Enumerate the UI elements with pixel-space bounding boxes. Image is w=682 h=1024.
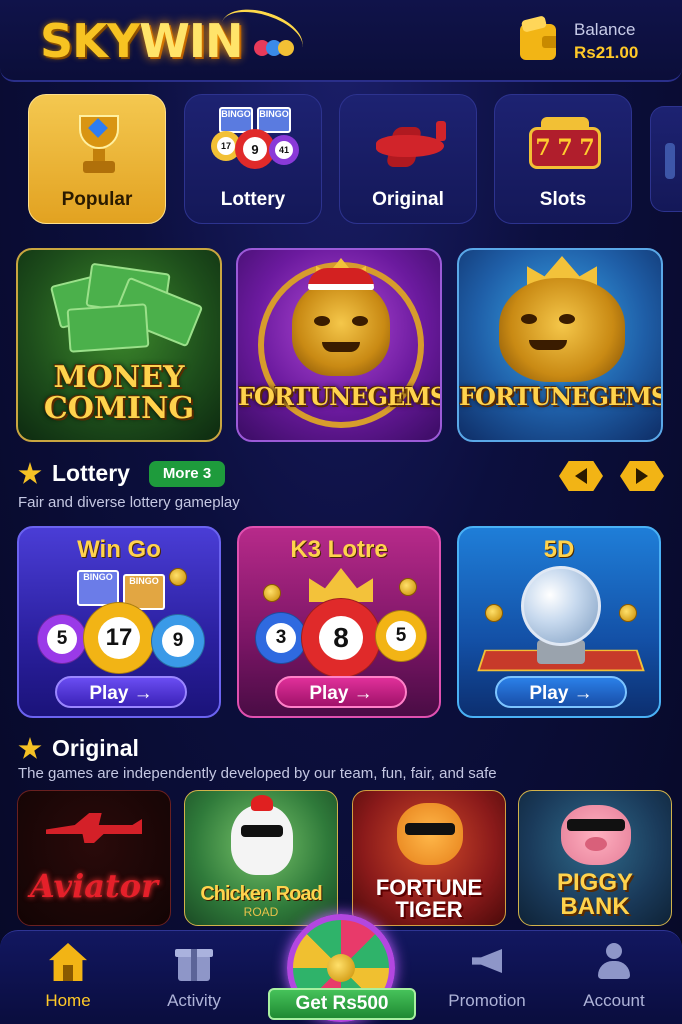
- logo-balls-icon: [254, 40, 294, 61]
- chicken-icon: [231, 795, 293, 875]
- balance-label: Balance: [574, 20, 636, 39]
- lottery-globe-icon: [521, 566, 601, 646]
- section-title-original: Original: [52, 735, 139, 761]
- category-label: Lottery: [220, 189, 286, 210]
- lottery-card-win-go[interactable]: Win Go BINGO BINGO 5 17 9 Play →: [17, 526, 221, 718]
- play-button[interactable]: Play →: [55, 676, 187, 708]
- game-tile-fortune-gems-2[interactable]: FORTUNEGEMS2: [236, 248, 442, 442]
- user-icon: [595, 943, 633, 981]
- slot-machine-icon: 777: [525, 109, 603, 175]
- megaphone-icon: [468, 943, 506, 981]
- lottery-card-title: Win Go: [77, 536, 161, 563]
- category-lottery[interactable]: BINGO BINGO 17 9 41 Lottery: [184, 94, 322, 224]
- lottery-card-5d[interactable]: 5D Play →: [457, 526, 661, 718]
- section-subtitle-lottery: Fair and diverse lottery gameplay: [18, 494, 240, 511]
- nav-label: Account: [583, 991, 645, 1010]
- category-label: Popular: [61, 189, 133, 210]
- nav-label: Activity: [167, 991, 221, 1010]
- section-title-lottery: Lottery: [52, 460, 130, 486]
- game-title: Chicken Road: [200, 883, 322, 905]
- top-header: SKYWIN Balance Rs21.00: [0, 0, 682, 82]
- game-tile-fortune-gems[interactable]: FORTUNEGEMS: [457, 248, 663, 442]
- arrow-right-icon: [636, 468, 648, 484]
- game-title: Aviator: [30, 867, 158, 905]
- category-label: Slots: [539, 189, 587, 210]
- lottery-ball: 5: [37, 614, 87, 664]
- gift-icon: [175, 943, 213, 981]
- game-title: FORTUNEGEMS2: [238, 382, 442, 411]
- lottery-ball: 3: [255, 612, 307, 664]
- play-button[interactable]: Play →: [275, 676, 407, 708]
- category-original[interactable]: Original: [339, 94, 477, 224]
- game-tile-piggy-bank[interactable]: PIGGY BANK: [518, 790, 672, 926]
- airplane-icon: [46, 813, 142, 843]
- pig-icon: [561, 805, 631, 865]
- wheel-hub: [327, 954, 355, 982]
- scroll-right-button[interactable]: [620, 461, 664, 491]
- nav-label: Home: [45, 991, 91, 1010]
- lottery-ball: 17: [83, 602, 155, 674]
- category-popular[interactable]: Popular: [28, 94, 166, 224]
- home-icon: [49, 943, 87, 981]
- scroll-left-button[interactable]: [559, 461, 603, 491]
- category-row: Popular BINGO BINGO 17 9 41 Lottery Orig…: [28, 94, 682, 224]
- lottery-ball: 8: [301, 598, 381, 678]
- lottery-card-k3-lotre[interactable]: K3 Lotre 3 8 5 Play →: [237, 526, 441, 718]
- nav-promotion[interactable]: Promotion: [432, 943, 542, 1019]
- game-tile-money-coming[interactable]: MONEY COMING: [16, 248, 222, 442]
- arrow-left-icon: [575, 468, 587, 484]
- category-label: Original: [372, 189, 444, 210]
- tiger-icon: [397, 803, 463, 865]
- category-next-peek[interactable]: [650, 106, 682, 212]
- play-button[interactable]: Play →: [495, 676, 627, 708]
- section-subtitle-original: The games are independently developed by…: [18, 765, 497, 782]
- game-title: MONEY COMING: [43, 360, 195, 426]
- star-icon: [18, 462, 42, 484]
- lottery-ball: 5: [375, 610, 427, 662]
- balance-value[interactable]: Rs21.00: [574, 43, 638, 63]
- star-icon: [18, 737, 42, 759]
- more-lottery-button[interactable]: More 3: [149, 461, 225, 487]
- lottery-balls-icon: BINGO BINGO 17 9 41: [211, 107, 299, 175]
- lottery-card-title: K3 Lotre: [290, 536, 388, 563]
- trophy-icon: [59, 109, 137, 175]
- nav-label: Promotion: [448, 991, 526, 1010]
- wallet-icon[interactable]: [520, 24, 556, 60]
- game-tile-chicken-road[interactable]: Chicken Road ROAD: [184, 790, 338, 926]
- nav-home[interactable]: Home: [13, 943, 123, 1019]
- lottery-ball: 9: [151, 614, 205, 668]
- game-tile-aviator[interactable]: Aviator: [17, 790, 171, 926]
- logo-text-sky: SKY: [40, 14, 140, 68]
- get-bonus-button[interactable]: Get Rs500: [268, 988, 416, 1020]
- skywin-logo[interactable]: SKYWIN: [40, 12, 243, 70]
- nav-activity[interactable]: Activity: [139, 943, 249, 1019]
- lottery-card-title: 5D: [543, 536, 575, 563]
- game-title: FORTUNEGEMS: [459, 382, 663, 411]
- category-slots[interactable]: 777 Slots: [494, 94, 632, 224]
- bingo-card-icon: BINGO: [77, 570, 119, 606]
- nav-account[interactable]: Account: [559, 943, 669, 1019]
- airplane-icon: [370, 109, 448, 175]
- game-tile-fortune-tiger[interactable]: FORTUNE TIGER: [352, 790, 506, 926]
- game-title: PIGGY BANK: [556, 869, 634, 920]
